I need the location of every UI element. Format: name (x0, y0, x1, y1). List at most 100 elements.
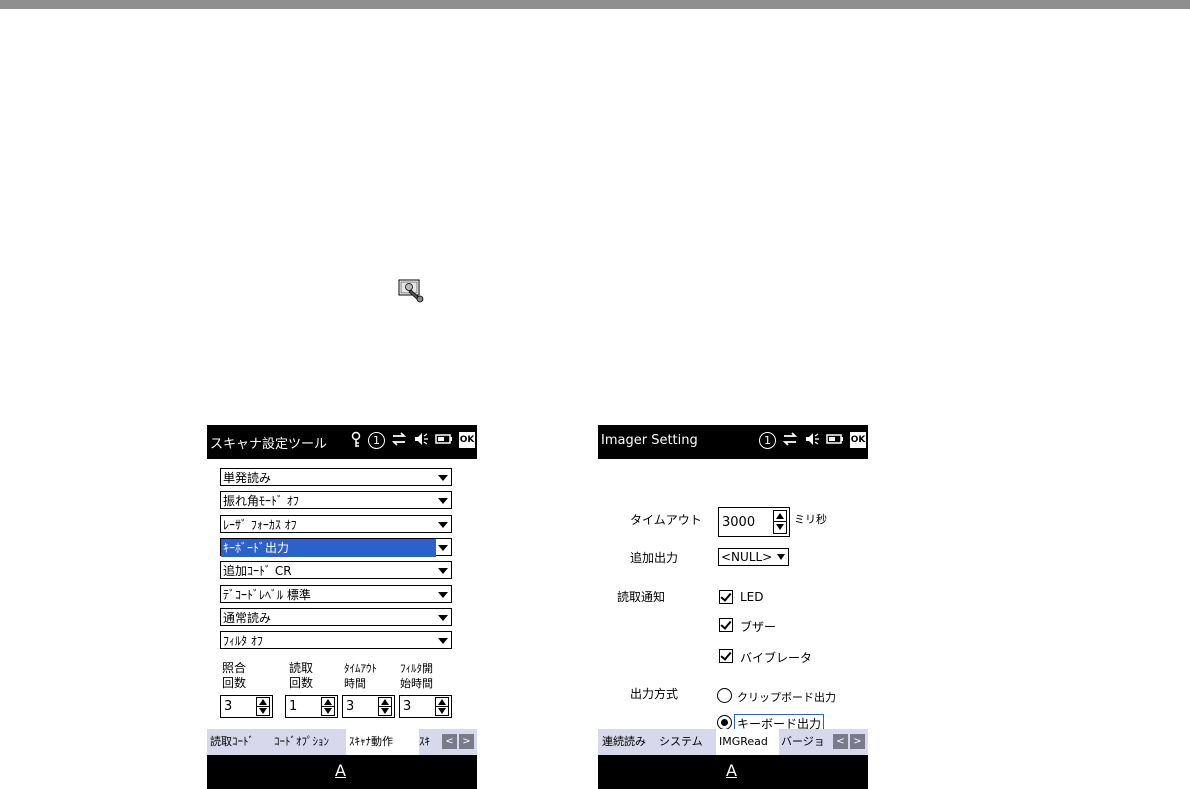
top-rule (0, 0, 1190, 9)
swing-mode-dropdown[interactable]: 振れ角ﾓｰﾄﾞ ｵﾌ (220, 491, 452, 509)
speaker-icon[interactable] (413, 431, 429, 449)
keyboard-output-radio[interactable] (717, 715, 732, 730)
timeout-value: 3000 (722, 515, 756, 530)
bottom-bar: A (598, 755, 868, 789)
dropdown-value: ﾌｨﾙﾀ ｵﾌ (223, 634, 263, 648)
up-arrow-icon[interactable] (438, 699, 446, 705)
up-arrow-icon[interactable] (776, 513, 784, 519)
key-icon[interactable] (350, 431, 362, 449)
timeout-unit: ミリ秒 (794, 513, 827, 526)
spinner-value: 3 (224, 699, 233, 714)
tab-img-read[interactable]: IMGRead (716, 729, 779, 755)
down-arrow-icon[interactable] (438, 708, 446, 714)
chevron-down-icon (438, 615, 448, 621)
timeout-spinner[interactable]: 3000 (718, 507, 790, 537)
label-line: 始時間 (400, 677, 433, 690)
chevron-down-icon (438, 568, 448, 574)
suffix-code-dropdown[interactable]: 追加ｺｰﾄﾞ CR (220, 561, 452, 579)
circle-one-icon[interactable]: 1 (368, 431, 385, 449)
spinner-buttons[interactable] (256, 697, 270, 716)
dropdown-value: 単発読み (223, 471, 272, 485)
down-arrow-icon[interactable] (324, 708, 332, 714)
keyboard-icon[interactable]: A (335, 761, 346, 780)
spinner-buttons[interactable] (435, 697, 449, 716)
filter-dropdown[interactable]: ﾌｨﾙﾀ ｵﾌ (220, 631, 452, 649)
dropdown-value: ﾚｰｻﾞ ﾌｫｰｶｽ ｵﾌ (223, 518, 297, 532)
buzzer-label: ブザー (740, 620, 777, 634)
spinner-buttons[interactable] (378, 697, 392, 716)
tab-version[interactable]: バージョ (781, 729, 827, 755)
filter-start-label: ﾌｨﾙﾀ開 始時間 (400, 661, 433, 691)
tab-system[interactable]: システム (659, 729, 715, 755)
read-count-spinner[interactable]: 1 (285, 695, 338, 718)
status-icons: 1 OK (759, 431, 866, 449)
up-arrow-icon[interactable] (381, 699, 389, 705)
extra-output-select[interactable]: <NULL> (718, 548, 789, 566)
read-mode-dropdown[interactable]: 単発読み (220, 468, 452, 486)
read-count-label: 読取 回数 (289, 661, 313, 691)
led-checkbox[interactable] (719, 590, 733, 604)
spinner-buttons[interactable] (773, 510, 787, 534)
dropdown-value: 追加ｺｰﾄﾞ CR (223, 564, 292, 578)
keyboard-icon[interactable]: A (726, 761, 737, 780)
battery-icon[interactable] (435, 431, 453, 449)
spinner-value: 3 (403, 699, 412, 714)
imager-settings-window: Imager Setting 1 OK タイムアウト 3000 ミリ秒 追加出力… (598, 425, 868, 789)
title-bar: スキャナ設定ツール 1 OK (207, 425, 477, 459)
title-bar: Imager Setting 1 OK (598, 425, 868, 459)
up-arrow-icon[interactable] (324, 699, 332, 705)
label-line: 時間 (344, 677, 366, 690)
down-arrow-icon[interactable] (259, 708, 267, 714)
tab-scroll: < > (833, 734, 865, 749)
sync-arrows-icon[interactable] (391, 431, 407, 449)
chevron-down-icon (438, 592, 448, 598)
buzzer-checkbox[interactable] (719, 618, 733, 632)
tab-scanner-action[interactable]: ｽｷｬﾅ動作 (346, 729, 419, 755)
tab-continuous-read[interactable]: 連続読み (602, 729, 660, 755)
chevron-right-icon[interactable]: > (459, 734, 474, 749)
up-arrow-icon[interactable] (259, 699, 267, 705)
label-line: 読取 (289, 661, 314, 675)
tab-bar: 読取ｺｰﾄﾞ ｺｰﾄﾞｵﾌﾟｼｮﾝ ｽｷｬﾅ動作 ｽｷ < > (207, 729, 477, 755)
label-line: 照合 (222, 661, 247, 675)
vibrator-checkbox[interactable] (719, 649, 733, 663)
clipboard-output-radio[interactable] (717, 688, 732, 703)
read-notify-label: 読取通知 (617, 590, 666, 604)
output-mode-dropdown[interactable]: ｷｰﾎﾞｰﾄﾞ出力 (220, 538, 452, 557)
imager-form: タイムアウト 3000 ミリ秒 追加出力 <NULL> 読取通知 LED ブザー… (598, 459, 868, 733)
tab-read-code[interactable]: 読取ｺｰﾄﾞ (210, 729, 274, 755)
verify-count-spinner[interactable]: 3 (220, 695, 273, 718)
chevron-right-icon[interactable]: > (850, 734, 865, 749)
chevron-down-icon (438, 545, 448, 551)
down-arrow-icon[interactable] (381, 708, 389, 714)
battery-icon[interactable] (826, 431, 844, 449)
read-type-dropdown[interactable]: 通常読み (220, 608, 452, 626)
laser-focus-dropdown[interactable]: ﾚｰｻﾞ ﾌｫｰｶｽ ｵﾌ (220, 515, 452, 533)
timeout-time-spinner[interactable]: 3 (342, 695, 395, 718)
verify-count-label: 照合 回数 (222, 661, 246, 691)
dropdown-value: ﾃﾞｺｰﾄﾞﾚﾍﾞﾙ 標準 (223, 588, 311, 602)
tab-scanner-more[interactable]: ｽｷ (419, 729, 433, 755)
speaker-icon[interactable] (804, 431, 820, 449)
ok-icon[interactable]: OK (850, 432, 866, 448)
tab-code-option[interactable]: ｺｰﾄﾞｵﾌﾟｼｮﾝ (274, 729, 344, 755)
scanner-form: 単発読み 振れ角ﾓｰﾄﾞ ｵﾌ ﾚｰｻﾞ ﾌｫｰｶｽ ｵﾌ ｷｰﾎﾞｰﾄﾞ出力 … (207, 459, 477, 729)
window-title: スキャナ設定ツール (210, 437, 328, 452)
chevron-left-icon[interactable]: < (833, 734, 848, 749)
tab-scroll: < > (442, 734, 474, 749)
chevron-down-icon (438, 638, 448, 644)
circle-one-icon[interactable]: 1 (759, 431, 776, 449)
down-arrow-icon[interactable] (776, 524, 784, 530)
spinner-buttons[interactable] (321, 697, 335, 716)
sync-arrows-icon[interactable] (782, 431, 798, 449)
ok-icon[interactable]: OK (459, 432, 475, 448)
scanner-settings-window: スキャナ設定ツール 1 OK 単発読み 振れ角ﾓｰﾄﾞ ｵﾌ ﾚｰｻﾞ ﾌｫｰｶ… (207, 425, 477, 789)
decode-level-dropdown[interactable]: ﾃﾞｺｰﾄﾞﾚﾍﾞﾙ 標準 (220, 585, 452, 603)
dropdown-value: 通常読み (223, 611, 272, 625)
status-icons: 1 OK (350, 431, 475, 449)
bottom-bar: A (207, 755, 477, 789)
filter-start-spinner[interactable]: 3 (399, 695, 452, 718)
chevron-left-icon[interactable]: < (442, 734, 457, 749)
output-method-label: 出力方式 (630, 687, 679, 701)
label-line: 回数 (222, 676, 247, 690)
